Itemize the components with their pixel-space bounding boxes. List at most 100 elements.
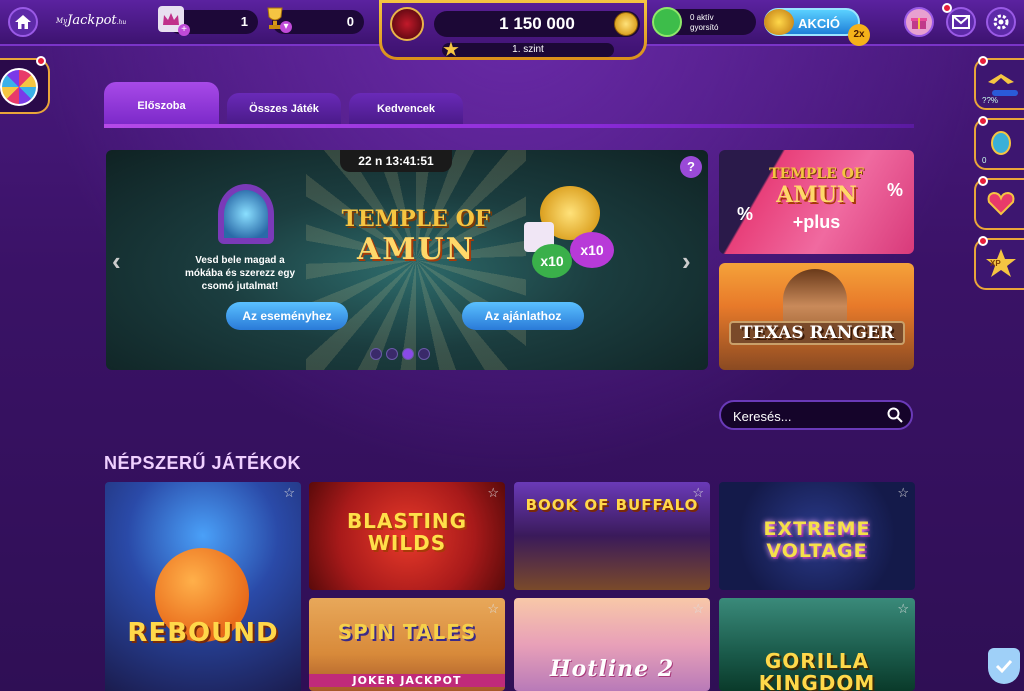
chevron-down-icon[interactable]: ▾ [280, 21, 292, 33]
security-shield-icon[interactable] [988, 648, 1020, 684]
crown-icon[interactable]: + [158, 6, 190, 36]
promo-text: Vesd bele magad a mókába és szerezz egy … [184, 255, 296, 292]
carousel-dot[interactable] [370, 348, 382, 360]
settings-button[interactable] [986, 7, 1016, 37]
temple-of-amun-logo: TEMPLE OF AMUN [336, 206, 496, 286]
favorite-star-icon[interactable]: ☆ [897, 601, 909, 617]
texas-ranger-tile[interactable]: TEXAS RANGER [719, 263, 914, 370]
banner-next-arrow[interactable]: › [682, 246, 691, 277]
coin-stack-icon [764, 9, 794, 35]
gear-icon [993, 14, 1009, 30]
game-tile-book-of-buffalo[interactable]: BOOK OF BUFFALO ☆ [514, 482, 710, 590]
messages-button[interactable] [942, 3, 976, 37]
xp-label: XP [990, 259, 1001, 268]
boost-line1: 0 aktív [690, 13, 714, 22]
favorite-star-icon[interactable]: ☆ [692, 601, 704, 617]
go-to-offers-button[interactable]: Az ajánlathoz [462, 302, 584, 330]
myjackpot-logo[interactable]: MyJackpot.hu [56, 10, 126, 32]
banner-prev-arrow[interactable]: ‹ [112, 246, 121, 277]
akcio-label: AKCIÓ [798, 16, 840, 31]
section-title: NÉPSZERŰ JÁTÉKOK [104, 453, 302, 473]
notification-dot [978, 176, 988, 186]
tab-kedvencek[interactable]: Kedvencek [349, 93, 463, 125]
favorite-star-icon[interactable]: ☆ [487, 601, 499, 617]
rose-icon[interactable] [390, 7, 424, 41]
rail-wings-button[interactable]: ??% [974, 56, 1024, 110]
carousel-dot-active[interactable] [402, 348, 414, 360]
game-tile-blasting-wilds[interactable]: BLASTING WILDS ☆ [309, 482, 505, 590]
portal-icon [218, 184, 274, 244]
game-tile-hotline-2[interactable]: Hotline 2 ☆ [514, 598, 710, 691]
tab-osszes-jatek[interactable]: Összes Játék [227, 93, 341, 125]
logo-line1: TEMPLE OF [341, 206, 491, 232]
tab-label: Összes Játék [249, 103, 319, 115]
akcio-button[interactable]: AKCIÓ 2x [764, 8, 870, 46]
rail-scarab-button[interactable]: 0 [974, 116, 1024, 170]
tab-label: Kedvencek [376, 103, 436, 115]
coins-panel: 1 150 000 1. szint ★ [379, 0, 647, 60]
game-title: REBOUND [127, 618, 279, 648]
game-tile-rebound[interactable]: REBOUND ☆ [105, 482, 301, 691]
home-icon [15, 15, 31, 29]
booster-basket-icon [652, 7, 682, 37]
search-input[interactable] [733, 407, 883, 425]
level-star-icon: ★ [442, 39, 460, 61]
promo-banner[interactable]: 22 n 13:41:51 ? ‹ › Vesd bele magad a mó… [106, 150, 708, 370]
tile-line1: TEMPLE OF [769, 166, 864, 182]
rail-caption: ??% [982, 96, 999, 105]
coins-balance[interactable]: 1 150 000 [434, 11, 640, 37]
notification-dot [978, 56, 988, 66]
temple-of-amun-plus-tile[interactable]: TEMPLE OF AMUN +plus % % [719, 150, 914, 254]
rail-heart-button[interactable] [974, 176, 1024, 230]
tile-title: TEXAS RANGER [729, 321, 905, 345]
help-button[interactable]: ? [680, 156, 702, 178]
trophy-icon[interactable]: ▾ [262, 5, 292, 33]
carousel-dot[interactable] [418, 348, 430, 360]
level-bar[interactable]: 1. szint [442, 43, 614, 57]
game-title: GORILLA KINGDOM [758, 649, 876, 691]
game-tile-extreme-voltage[interactable]: EXTREME VOLTAGE ☆ [719, 482, 915, 590]
tab-label: Előszoba [137, 100, 186, 112]
wings-icon [988, 74, 1018, 96]
boost-line2: gyorsító [690, 23, 719, 32]
favorite-star-icon[interactable]: ☆ [283, 485, 295, 501]
notification-dot [36, 56, 46, 66]
go-to-event-button[interactable]: Az eseményhez [226, 302, 348, 330]
favorite-star-icon[interactable]: ☆ [897, 485, 909, 501]
notification-dot [942, 3, 952, 13]
percent-icon: % [887, 180, 904, 200]
gift-button[interactable] [904, 7, 934, 37]
notification-dot [978, 236, 988, 246]
mail-icon [952, 15, 970, 29]
add-crowns-icon[interactable]: + [178, 24, 190, 36]
event-timer: 22 n 13:41:51 [340, 150, 452, 172]
logo-suffix: .hu [116, 19, 127, 26]
favorite-star-icon[interactable]: ☆ [692, 485, 704, 501]
game-subtitle: JOKER JACKPOT [309, 674, 505, 687]
notification-dot [978, 116, 988, 126]
logo-line2: AMUN [356, 232, 476, 267]
logo-text: Jackpot [67, 13, 117, 28]
daily-wheel-button[interactable] [0, 56, 50, 114]
game-tile-gorilla-kingdom[interactable]: GORILLA KINGDOM ☆ [719, 598, 915, 691]
rail-xp-button[interactable]: XP [974, 236, 1024, 290]
boosters-status[interactable]: 0 aktív gyorsító [652, 7, 756, 37]
search-icon[interactable] [887, 407, 903, 423]
favorite-star-icon[interactable]: ☆ [487, 485, 499, 501]
wheel-icon [0, 68, 38, 106]
coin-icon [614, 12, 638, 36]
game-title: BLASTING WILDS [346, 509, 468, 555]
home-button[interactable] [8, 7, 38, 37]
heart-icon [987, 191, 1015, 216]
game-title: Hotline 2 [549, 656, 675, 682]
game-tile-spin-tales[interactable]: SPIN TALES JOKER JACKPOT ☆ [309, 598, 505, 691]
prize-cluster: x10 x10 [520, 186, 630, 286]
logo-my: My [56, 17, 68, 25]
gift-icon [911, 18, 927, 29]
tabs-underline [104, 124, 914, 128]
carousel-dot[interactable] [386, 348, 398, 360]
game-title: BOOK OF BUFFALO [525, 496, 699, 514]
tab-eloszoba[interactable]: Előszoba [104, 82, 219, 126]
coins-amount: 1 150 000 [499, 14, 575, 33]
search-box[interactable] [719, 400, 913, 430]
